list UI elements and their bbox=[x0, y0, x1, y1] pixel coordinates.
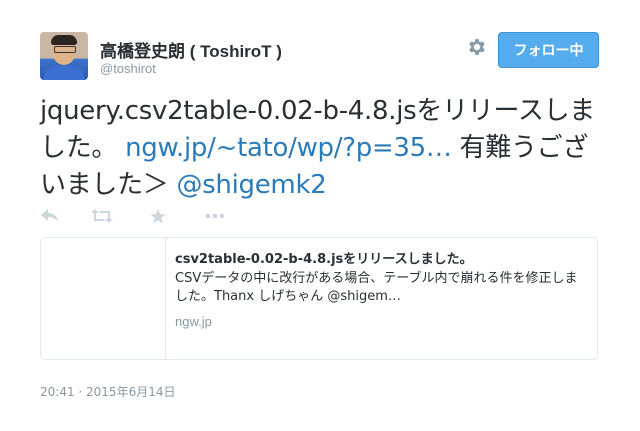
favorite-button[interactable] bbox=[148, 207, 168, 225]
retweet-icon bbox=[91, 209, 113, 223]
follow-button[interactable]: フォロー中 bbox=[498, 32, 599, 68]
more-icon bbox=[205, 213, 225, 219]
gear-icon[interactable] bbox=[466, 36, 488, 58]
avatar-glasses bbox=[54, 46, 76, 53]
avatar-shirt bbox=[44, 66, 84, 80]
tweet-link[interactable]: ngw.jp/~tato/wp/?p=35… bbox=[125, 133, 452, 163]
author-handle[interactable]: @toshirot bbox=[100, 61, 156, 76]
tweet-timestamp[interactable]: 20:41 · 2015年6月14日 bbox=[40, 383, 175, 400]
star-icon bbox=[150, 208, 166, 223]
reply-icon bbox=[41, 209, 58, 222]
tweet-mention[interactable]: @shigemk2 bbox=[176, 170, 326, 200]
author-display-name[interactable]: 高橋登史朗 ( ToshiroT ) bbox=[100, 37, 282, 62]
tweet-header: 高橋登史朗 ( ToshiroT ) @toshirot フォロー中 bbox=[40, 32, 600, 82]
tweet-actions bbox=[40, 207, 240, 227]
link-card[interactable]: csv2table-0.02-b-4.8.jsをリリースしました。 CSVデータ… bbox=[40, 237, 598, 360]
card-title: csv2table-0.02-b-4.8.jsをリリースしました。 bbox=[175, 252, 473, 267]
avatar[interactable] bbox=[40, 32, 88, 80]
retweet-button[interactable] bbox=[91, 207, 113, 225]
more-button[interactable] bbox=[204, 207, 226, 225]
card-domain: ngw.jp bbox=[175, 314, 212, 329]
card-thumbnail bbox=[41, 238, 166, 359]
tweet-text: jquery.csv2table-0.02-b-4.8.jsをリリースしました。… bbox=[40, 93, 600, 204]
card-description: CSVデータの中に改行がある場合、テーブル内で崩れる件を修正しました。Thanx… bbox=[175, 271, 578, 304]
reply-button[interactable] bbox=[40, 207, 60, 225]
avatar-hair bbox=[51, 35, 77, 45]
